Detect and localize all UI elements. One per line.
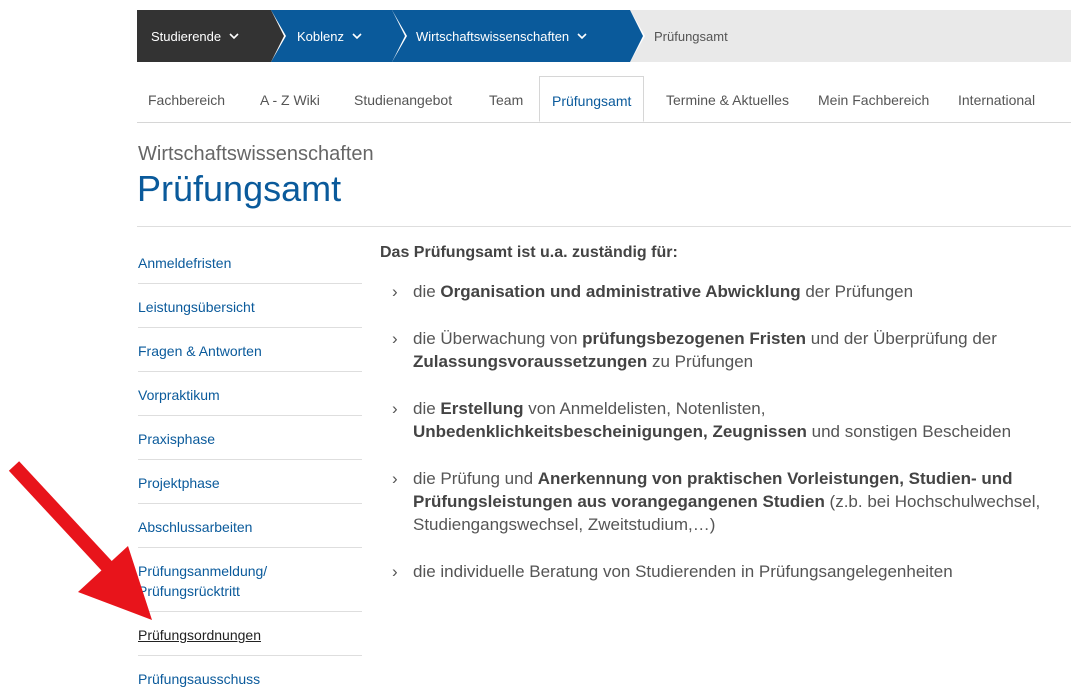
- intro-text: Das Prüfungsamt ist u.a. zuständig für:: [380, 244, 678, 261]
- text: und der Überprüfung der: [806, 329, 997, 348]
- text: von Anmeldelisten, Notenlisten,: [523, 399, 766, 418]
- chevron-right-icon: ›: [392, 469, 398, 488]
- bold-text: Zulassungsvoraussetzungen: [413, 352, 648, 371]
- tab-international[interactable]: International: [958, 76, 1035, 122]
- page-subtitle: Wirtschaftswissenschaften: [138, 143, 374, 165]
- text: die: [413, 399, 441, 418]
- bold-text: prüfungsbezogenen Fristen: [582, 329, 807, 348]
- tab-termine-aktuelles[interactable]: Termine & Aktuelles: [666, 76, 789, 122]
- chevron-down-icon: [229, 29, 239, 43]
- tab-a-z-wiki[interactable]: A - Z Wiki: [260, 76, 320, 122]
- sidebar-item-praxisphase[interactable]: Praxisphase: [138, 416, 362, 460]
- breadcrumb-label: Studierende: [151, 28, 222, 44]
- text: der Prüfungen: [800, 282, 914, 301]
- text: die: [413, 282, 441, 301]
- tab-fachbereich[interactable]: Fachbereich: [148, 76, 225, 122]
- chevron-right-icon: ›: [392, 562, 398, 581]
- text: die Überwachung von: [413, 329, 583, 348]
- chevron-right-icon: ›: [392, 282, 398, 301]
- main-content: Das Prüfungsamt ist u.a. zuständig für: …: [380, 244, 1060, 607]
- list-item: › die Organisation und administrative Abw…: [380, 280, 1060, 303]
- list-item: › die Prüfung und Anerkennung von praktis…: [380, 467, 1060, 536]
- breadcrumb-label: Prüfungsamt: [654, 28, 728, 44]
- tab-pruefungsamt[interactable]: Prüfungsamt: [539, 76, 645, 122]
- divider: [137, 226, 1071, 227]
- sidebar-item-leistungsuebersicht[interactable]: Leistungsübersicht: [138, 284, 362, 328]
- red-arrow-icon: [8, 461, 152, 620]
- sidebar-item-fragen-antworten[interactable]: Fragen & Antworten: [138, 328, 362, 372]
- tab-studienangebot[interactable]: Studienangebot: [354, 76, 452, 122]
- breadcrumb-item-wirtschaftswissenschaften[interactable]: Wirtschaftswissenschaften: [392, 10, 645, 62]
- bold-text: Organisation und administrative Abwicklu…: [440, 282, 801, 301]
- breadcrumb-item-pruefungsamt: Prüfungsamt: [630, 10, 742, 62]
- breadcrumb: Studierende Koblenz Wirtschaftswissensch…: [137, 10, 1071, 62]
- sidebar-item-pruefungsausschuss[interactable]: Prüfungsausschuss: [138, 656, 362, 699]
- text: und sonstigen Bescheiden: [806, 422, 1012, 441]
- chevron-right-icon: ›: [392, 329, 398, 348]
- sidebar-item-vorpraktikum[interactable]: Vorpraktikum: [138, 372, 362, 416]
- tab-team[interactable]: Team: [489, 76, 523, 122]
- breadcrumb-label: Wirtschaftswissenschaften: [416, 28, 570, 44]
- list-item: › die Überwachung von prüfungsbezogenen F…: [380, 327, 1060, 373]
- bold-text: Unbedenklichkeitsbescheinigungen, Zeugni…: [413, 422, 807, 441]
- page-title: Prüfungsamt: [137, 168, 342, 209]
- text: die individuelle Beratung von Studierend…: [413, 562, 953, 581]
- breadcrumb-item-koblenz[interactable]: Koblenz: [271, 10, 407, 62]
- tab-mein-fachbereich[interactable]: Mein Fachbereich: [818, 76, 929, 122]
- breadcrumb-label: Koblenz: [297, 28, 344, 44]
- text: zu Prüfungen: [647, 352, 754, 371]
- breadcrumb-item-studierende[interactable]: Studierende: [137, 10, 286, 62]
- list-item: › die individuelle Beratung von Studieren…: [380, 560, 1060, 583]
- chevron-down-icon: [577, 29, 587, 43]
- responsibility-list: › die Organisation und administrative Abw…: [380, 280, 1060, 583]
- sidebar-item-anmeldefristen[interactable]: Anmeldefristen: [138, 241, 362, 284]
- text: die Prüfung und: [413, 469, 538, 488]
- chevron-right-icon: ›: [392, 399, 398, 418]
- bold-text: Erstellung: [440, 399, 524, 418]
- main-nav: Fachbereich A - Z Wiki Studienangebot Te…: [137, 76, 1071, 123]
- chevron-down-icon: [352, 29, 362, 43]
- list-item: › die Erstellung von Anmeldelisten, Noten…: [380, 397, 1060, 443]
